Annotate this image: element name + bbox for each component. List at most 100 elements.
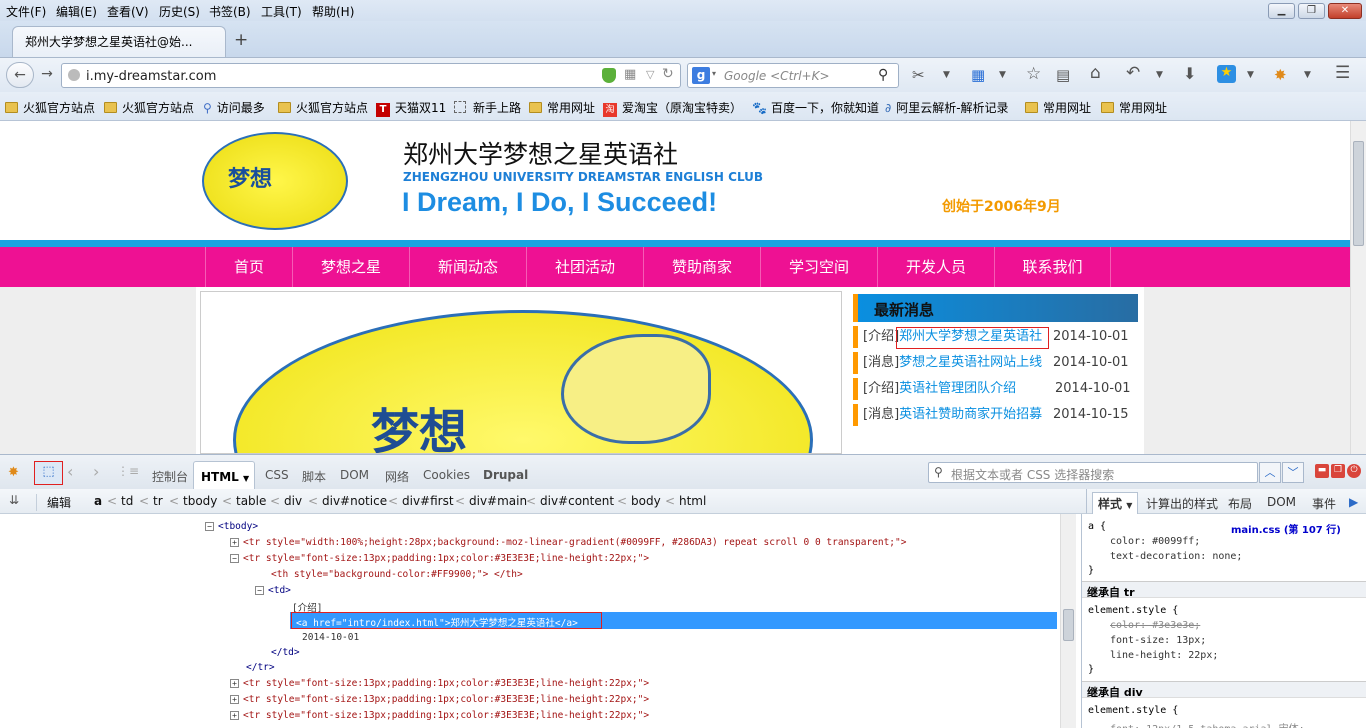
firebug-icon[interactable]: ✸ xyxy=(8,465,19,480)
crumb-div-first[interactable]: div#first xyxy=(402,494,454,508)
bookmark-item[interactable]: 常用网址 xyxy=(1025,99,1091,116)
screenshot-icon[interactable]: ✂ xyxy=(912,66,925,84)
tab-drupal[interactable]: Drupal xyxy=(483,468,528,482)
bookmark-item[interactable]: ∂ 阿里云解析-解析记录 xyxy=(885,99,1009,116)
html-line[interactable]: − <tr style="font-size:13px;padding:1px;c… xyxy=(230,553,649,564)
html-line[interactable]: + <tr style="font-size:13px;padding:1px;c… xyxy=(230,694,649,705)
bookmark-item[interactable]: ⚲ 访问最多 xyxy=(203,99,265,116)
crumb-html[interactable]: html xyxy=(679,494,706,508)
nav-learning[interactable]: 学习空间 xyxy=(760,247,877,287)
close-devtools-icon[interactable]: ⏻ xyxy=(1347,464,1361,478)
tab-dom[interactable]: DOM xyxy=(340,468,369,482)
tab-side-dom[interactable]: DOM xyxy=(1267,495,1296,509)
bookmark-item[interactable]: 淘爱淘宝（原淘宝特卖） xyxy=(603,99,742,117)
notice-link[interactable]: 梦想之星英语社网站上线 xyxy=(899,355,1042,370)
nav-contact[interactable]: 联系我们 xyxy=(994,247,1111,287)
dropdown-arrow-icon[interactable]: ▼ xyxy=(999,70,1006,80)
minimize-button[interactable]: ▁ xyxy=(1268,3,1295,19)
tab-script[interactable]: 脚本 xyxy=(302,468,326,485)
menu-file[interactable]: 文件(F) xyxy=(6,3,46,20)
html-line[interactable]: 2014-10-01 xyxy=(302,632,359,643)
back-arrow-icon[interactable]: ‹ xyxy=(67,462,73,481)
scrollbar-thumb[interactable] xyxy=(1353,141,1364,246)
crumb-table[interactable]: table xyxy=(236,494,266,508)
nav-news[interactable]: 新闻动态 xyxy=(409,247,526,287)
tab-layout[interactable]: 布局 xyxy=(1228,495,1252,512)
bookmark-item[interactable]: 火狐官方站点 xyxy=(104,99,194,116)
bookmark-item[interactable]: T 天猫双11 xyxy=(376,99,446,117)
menu-history[interactable]: 历史(S) xyxy=(159,3,200,20)
edit-button[interactable]: 编辑 xyxy=(36,494,71,511)
shield-icon[interactable] xyxy=(602,68,616,83)
crumb-tr[interactable]: tr xyxy=(153,494,163,508)
nav-home[interactable]: 首页 xyxy=(205,247,292,287)
qr-code-icon[interactable]: ▦ xyxy=(624,67,636,82)
expand-icon[interactable]: + xyxy=(230,679,239,688)
menu-edit[interactable]: 编辑(E) xyxy=(56,3,97,20)
scrollbar-thumb[interactable] xyxy=(1063,609,1074,641)
crumb-div-main[interactable]: div#main xyxy=(469,494,527,508)
css-property-overridden[interactable]: color: #3e3e3e; xyxy=(1110,620,1200,631)
page-scrollbar[interactable] xyxy=(1350,121,1366,454)
css-property[interactable]: color: #0099ff; xyxy=(1110,536,1200,547)
url-bar[interactable]: i.my-dreamstar.com ▦ ▽ ↻ xyxy=(61,63,681,88)
expand-icon[interactable]: + xyxy=(230,538,239,547)
css-property[interactable]: text-decoration: none; xyxy=(1110,551,1242,562)
tab-computed-style[interactable]: 计算出的样式 xyxy=(1146,495,1218,512)
devtools-search-input[interactable]: ⚲ 根据文本或者 CSS 选择器搜索 xyxy=(928,462,1258,483)
expand-icon[interactable]: + xyxy=(230,695,239,704)
html-line[interactable]: + <tr style="font-size:13px;padding:1px;c… xyxy=(230,678,649,689)
restore-button[interactable]: ❐ xyxy=(1298,3,1325,19)
bookmark-item[interactable]: 常用网址 xyxy=(529,99,595,116)
crumb-td[interactable]: td xyxy=(121,494,133,508)
back-button[interactable]: ← xyxy=(6,62,34,88)
tab-network[interactable]: 网络 xyxy=(385,468,409,485)
html-line[interactable]: − <td> xyxy=(255,585,291,596)
html-line[interactable]: − <tbody> xyxy=(205,521,258,532)
detach-devtools-icon[interactable]: ❐ xyxy=(1331,464,1345,478)
menu-help[interactable]: 帮助(H) xyxy=(312,3,354,20)
home-icon[interactable]: ⌂ xyxy=(1090,63,1101,83)
css-property[interactable]: line-height: 22px; xyxy=(1110,650,1218,661)
menu-bookmarks[interactable]: 书签(B) xyxy=(209,3,251,20)
tab-css[interactable]: CSS xyxy=(265,468,289,482)
outline-icon[interactable]: ⋮≡ xyxy=(117,464,139,478)
bookmark-item[interactable]: 新手上路 xyxy=(454,99,521,116)
nav-dreamstar[interactable]: 梦想之星 xyxy=(292,247,409,287)
apps-grid-icon[interactable]: ▦ xyxy=(971,66,985,84)
inspect-element-icon[interactable]: ⬚ xyxy=(34,461,63,485)
menu-view[interactable]: 查看(V) xyxy=(107,3,149,20)
html-line[interactable]: <th style="background-color:#FF9900;"> <… xyxy=(271,569,523,580)
dropdown-arrow-icon[interactable]: ▼ xyxy=(1156,70,1163,80)
expand-icon[interactable]: ⇊ xyxy=(9,493,19,507)
dropdown-arrow-icon[interactable]: ▼ xyxy=(1304,70,1311,80)
new-tab-button[interactable]: + xyxy=(234,30,248,50)
firebug-icon[interactable]: ✸ xyxy=(1274,66,1287,84)
tab-active[interactable]: 郑州大学梦想之星英语社@始... xyxy=(12,26,226,57)
minimize-devtools-icon[interactable]: ▬ xyxy=(1315,464,1329,478)
css-source-link[interactable]: main.css (第 107 行) xyxy=(1231,521,1341,536)
html-line[interactable]: + <tr style="font-size:13px;padding:1px;c… xyxy=(230,710,649,721)
collapse-icon[interactable]: − xyxy=(230,554,239,563)
crumb-tbody[interactable]: tbody xyxy=(183,494,217,508)
nav-sponsors[interactable]: 赞助商家 xyxy=(643,247,760,287)
bookmark-item[interactable]: 🐾 百度一下，你就知道 xyxy=(752,99,879,116)
google-icon[interactable]: g xyxy=(692,67,710,84)
search-prev-icon[interactable]: ︿ xyxy=(1259,462,1281,483)
bookmark-star-icon[interactable]: ☆ xyxy=(1026,64,1041,84)
download-icon[interactable]: ⬇ xyxy=(1183,64,1196,83)
html-line[interactable]: </td> xyxy=(271,647,300,658)
hamburger-menu-icon[interactable]: ☰ xyxy=(1335,63,1350,83)
url-text[interactable]: i.my-dreamstar.com xyxy=(86,69,216,84)
reading-list-icon[interactable]: ▤ xyxy=(1056,66,1070,84)
dropdown-arrow-icon[interactable]: ▼ xyxy=(1247,70,1254,80)
collapse-icon[interactable]: − xyxy=(205,522,214,531)
menu-tools[interactable]: 工具(T) xyxy=(261,3,302,20)
crumb-div[interactable]: div xyxy=(284,494,302,508)
dropdown-arrow-icon[interactable]: ▽ xyxy=(646,68,654,81)
tab-cookies[interactable]: Cookies xyxy=(423,468,470,482)
html-line[interactable]: </tr> xyxy=(246,662,275,673)
more-tabs-icon[interactable]: ▶ xyxy=(1349,495,1358,509)
nav-developers[interactable]: 开发人员 xyxy=(877,247,994,287)
tab-console[interactable]: 控制台 xyxy=(152,468,188,485)
